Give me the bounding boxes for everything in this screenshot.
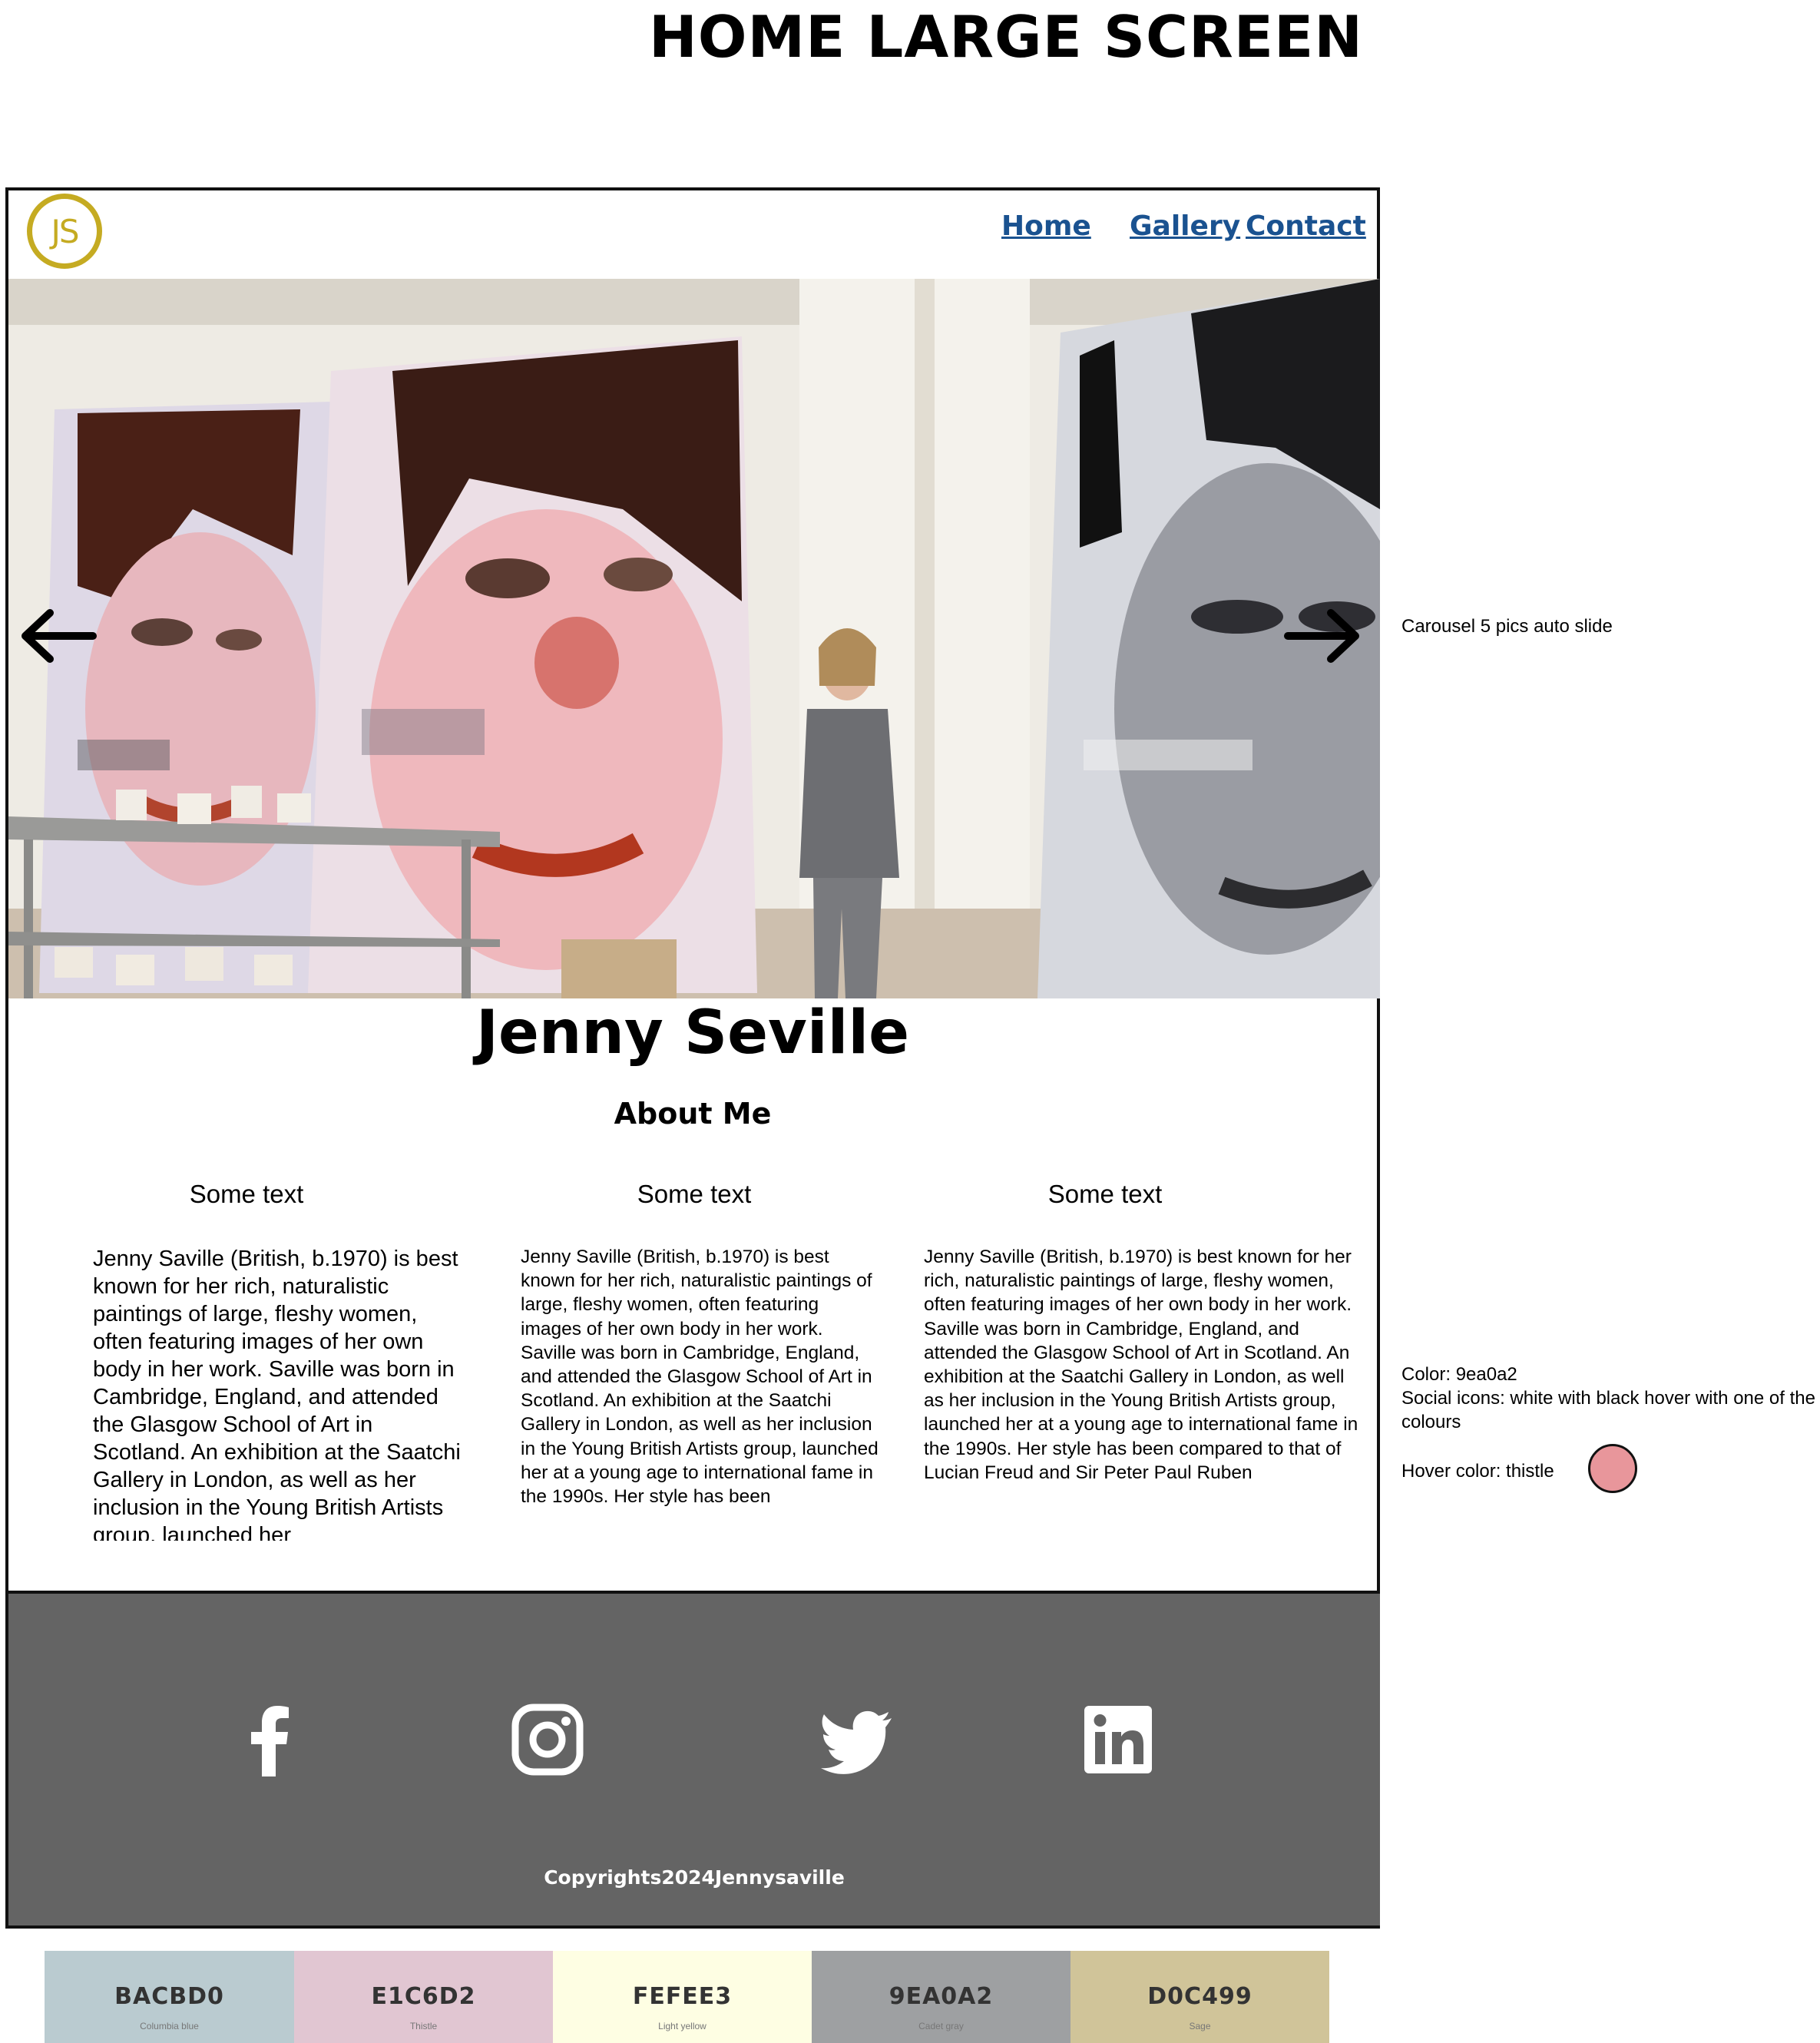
column-text-2: Jenny Saville (British, b.1970) is best … — [521, 1247, 879, 1508]
hero-image — [8, 279, 1380, 998]
logo-text: JS — [51, 212, 79, 250]
palette-hex: BACBD0 — [114, 1983, 224, 2010]
nav-link-gallery[interactable]: Gallery — [1130, 210, 1240, 242]
linkedin-icon[interactable] — [1080, 1701, 1157, 1778]
annotation-carousel: Carousel 5 pics auto slide — [1401, 616, 1613, 637]
logo[interactable]: JS — [27, 194, 102, 269]
annotation-social-line: Social icons: white with black hover wit… — [1401, 1388, 1815, 1432]
palette-name: Sage — [1189, 2021, 1211, 2031]
color-palette: BACBD0 Columbia blue E1C6D2 Thistle FEFE… — [45, 1951, 1329, 2043]
annotation-hover: Hover color: thistle — [1401, 1461, 1554, 1482]
facebook-icon[interactable] — [231, 1701, 308, 1778]
palette-swatch-2: E1C6D2 Thistle — [294, 1951, 553, 2043]
hover-color-swatch — [1588, 1444, 1637, 1493]
navbar: JS Home Gallery Contact — [8, 190, 1377, 279]
palette-name: Columbia blue — [140, 2021, 199, 2031]
column-text-1: Jenny Saville (British, b.1970) is best … — [93, 1247, 461, 1541]
palette-hex: FEFEE3 — [632, 1983, 733, 2010]
palette-hex: D0C499 — [1147, 1983, 1252, 2010]
arrow-left-icon[interactable] — [16, 605, 101, 667]
hero-carousel — [8, 279, 1380, 998]
annotation-colors: Color: 9ea0a2 Social icons: white with b… — [1401, 1363, 1820, 1434]
column-heading-2: Some text — [637, 1180, 752, 1208]
footer: Copyrights2024Jennysaville — [8, 1591, 1380, 1925]
instagram-icon[interactable] — [509, 1701, 586, 1778]
palette-name: Thistle — [409, 2021, 438, 2031]
arrow-right-icon[interactable] — [1280, 605, 1365, 667]
palette-name: Cadet gray — [918, 2021, 964, 2031]
artist-name-heading: Jenny Seville — [475, 998, 909, 1068]
page-title: HOME LARGE SCREEN — [648, 3, 1364, 71]
column-heading-1: Some text — [189, 1180, 304, 1208]
palette-swatch-3: FEFEE3 Light yellow — [553, 1951, 812, 2043]
nav-link-contact[interactable]: Contact — [1246, 210, 1366, 242]
nav-link-home[interactable]: Home — [1001, 210, 1091, 242]
palette-hex: E1C6D2 — [371, 1983, 476, 2010]
column-text-3: Jenny Saville (British, b.1970) is best … — [924, 1247, 1358, 1483]
palette-swatch-1: BACBD0 Columbia blue — [45, 1951, 294, 2043]
palette-name: Light yellow — [658, 2021, 706, 2031]
annotation-color-line: Color: 9ea0a2 — [1401, 1364, 1517, 1385]
palette-swatch-4: 9EA0A2 Cadet gray — [812, 1951, 1070, 2043]
twitter-icon[interactable] — [818, 1701, 895, 1778]
palette-swatch-5: D0C499 Sage — [1070, 1951, 1329, 2043]
about-heading: About Me — [614, 1097, 772, 1131]
column-heading-3: Some text — [1047, 1180, 1163, 1208]
copyright-text: Copyrights2024Jennysaville — [544, 1866, 845, 1889]
large-screen-mockup: JS Home Gallery Contact Jenny Seville Ab… — [5, 187, 1380, 1929]
palette-hex: 9EA0A2 — [888, 1983, 994, 2010]
